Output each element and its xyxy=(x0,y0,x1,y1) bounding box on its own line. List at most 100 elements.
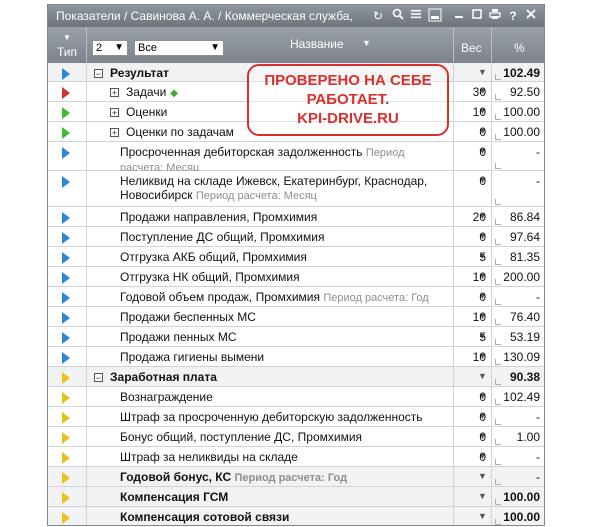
close-icon[interactable] xyxy=(523,8,539,24)
table-row[interactable]: Отгрузка АКБ общий, Промхимия ▼ 5 81.35 xyxy=(48,247,544,267)
type-cell xyxy=(48,307,87,326)
minimize-icon[interactable] xyxy=(451,8,467,24)
row-title[interactable]: Штраф за неликвиды на складе xyxy=(120,450,436,464)
weight-cell: 5 xyxy=(453,327,492,346)
table-row[interactable]: Штраф за неликвиды на складе ▼ 0- xyxy=(48,447,544,467)
cell-corner-icon xyxy=(495,339,501,345)
cell-corner-icon xyxy=(495,399,501,405)
help-icon[interactable]: ? xyxy=(505,8,521,24)
name-cell: Штраф за неликвиды на складе ▼ xyxy=(86,447,487,466)
collapse-icon[interactable]: − xyxy=(94,68,103,78)
cell-corner-icon xyxy=(495,499,501,505)
row-title[interactable]: Компенсация сотовой связи xyxy=(120,510,436,524)
row-title[interactable]: Штраф за просроченную дебиторскую задолж… xyxy=(120,410,436,424)
maximize-icon[interactable] xyxy=(469,8,485,24)
table-row[interactable]: Просроченная дебиторская задолженность П… xyxy=(48,142,544,174)
row-title[interactable]: Продажи пенных МС xyxy=(120,330,436,344)
search-icon[interactable] xyxy=(390,8,406,24)
column-weight[interactable]: Вес xyxy=(453,27,492,63)
green-flag-icon xyxy=(62,107,70,119)
table-row[interactable]: Продажи беспенных МС ▼ 10 76.40 xyxy=(48,307,544,327)
weight-cell: 20 xyxy=(453,207,492,226)
scope-filter-select[interactable]: Все ▼ xyxy=(134,40,224,56)
table-row[interactable]: Бонус общий, поступление ДС, Промхимия ▼ 0… xyxy=(48,427,544,447)
red-flag-icon xyxy=(62,87,70,99)
percent-cell: 1.00 xyxy=(491,427,544,446)
expand-icon[interactable]: + xyxy=(110,128,119,138)
print-icon[interactable] xyxy=(487,8,503,24)
table-row[interactable]: Поступление ДС общий, Промхимия ▼ 0 97.64 xyxy=(48,227,544,247)
list-icon[interactable] xyxy=(408,8,424,24)
row-title[interactable]: Годовой бонус, КС Период расчета: Год xyxy=(120,470,436,485)
row-title[interactable]: Бонус общий, поступление ДС, Промхимия xyxy=(120,430,436,444)
name-cell: Отгрузка НК общий, Промхимия ▼ xyxy=(86,267,487,286)
table-row[interactable]: Отгрузка НК общий, Промхимия ▼ 10 200.00 xyxy=(48,267,544,287)
name-cell: Продажи направления, Промхимия ▼ xyxy=(86,207,487,226)
blue-flag-icon xyxy=(62,332,70,344)
row-title[interactable]: Годовой объем продаж, Промхимия Период р… xyxy=(120,290,436,305)
percent-cell: 53.19 xyxy=(491,327,544,346)
weight-cell: 0 xyxy=(453,142,492,170)
weight-cell: 0 xyxy=(453,407,492,426)
weight-cell: 30 xyxy=(453,82,492,101)
name-cell: Продажи беспенных МС ▼ xyxy=(86,307,487,326)
row-title[interactable]: Отгрузка АКБ общий, Промхимия xyxy=(120,250,436,264)
table-row[interactable]: Штраф за просроченную дебиторскую задолж… xyxy=(48,407,544,427)
row-title[interactable]: Неликвид на складе Ижевск, Екатеринбург,… xyxy=(120,174,436,203)
collapse-icon[interactable]: − xyxy=(94,373,103,383)
yellow-flag-icon xyxy=(62,432,70,444)
row-title[interactable]: Продажи беспенных МС xyxy=(120,310,436,324)
chevron-down-icon: ▼ xyxy=(63,33,71,42)
table-row[interactable]: Годовой объем продаж, Промхимия Период р… xyxy=(48,287,544,307)
table-row[interactable]: Годовой бонус, КС Период расчета: Год ▼ - xyxy=(48,467,544,487)
percent-cell: 76.40 xyxy=(491,307,544,326)
table-row[interactable]: − Заработная плата ▼ 90.38 xyxy=(48,367,544,387)
cell-corner-icon xyxy=(495,163,501,169)
weight-cell xyxy=(453,367,492,386)
refresh-icon[interactable]: ↻ xyxy=(370,8,386,24)
row-title[interactable]: Вознаграждение xyxy=(120,390,436,404)
type-cell xyxy=(48,347,87,366)
table-row[interactable]: Продажи пенных МС ▼ 5 53.19 xyxy=(48,327,544,347)
percent-cell: - xyxy=(491,447,544,466)
column-percent[interactable]: % xyxy=(491,27,544,63)
cell-corner-icon xyxy=(495,114,501,120)
table-row[interactable]: Продажи направления, Промхимия ▼ 20 86.84 xyxy=(48,207,544,227)
period-meta: Период расчета: Год xyxy=(323,292,429,304)
blue-flag-icon xyxy=(62,292,70,304)
percent-cell: 100.00 xyxy=(491,102,544,121)
level-filter-select[interactable]: 2 ▼ xyxy=(92,40,128,56)
name-cell: Отгрузка АКБ общий, Промхимия ▼ xyxy=(86,247,487,266)
weight-cell xyxy=(453,507,492,525)
percent-cell: 92.50 xyxy=(491,82,544,101)
percent-cell: 100.00 xyxy=(491,487,544,506)
row-title[interactable]: Поступление ДС общий, Промхимия xyxy=(120,230,436,244)
weight-cell: 0 xyxy=(453,171,492,206)
table-row[interactable]: Компенсация сотовой связи ▼ 100.00 xyxy=(48,507,544,525)
type-cell xyxy=(48,207,87,226)
expand-icon[interactable]: + xyxy=(110,108,119,118)
cell-corner-icon xyxy=(495,379,501,385)
percent-cell: - xyxy=(491,142,544,170)
row-title[interactable]: Компенсация ГСМ xyxy=(120,490,436,504)
table-row[interactable]: Неликвид на складе Ижевск, Екатеринбург,… xyxy=(48,171,544,207)
percent-cell: 102.49 xyxy=(491,387,544,406)
table-row[interactable]: Продажа гигиены вымени ▼ 10 130.09 xyxy=(48,347,544,367)
export-csv-icon[interactable] xyxy=(427,8,443,24)
table-row[interactable]: Вознаграждение ▼ 0 102.49 xyxy=(48,387,544,407)
row-title[interactable]: Отгрузка НК общий, Промхимия xyxy=(120,270,436,284)
column-type[interactable]: ▼ Тип xyxy=(48,27,87,63)
row-title[interactable]: Продажа гигиены вымени xyxy=(120,350,436,364)
blue-flag-icon xyxy=(62,67,70,80)
table-row[interactable]: Компенсация ГСМ ▼ 100.00 xyxy=(48,487,544,507)
row-title[interactable]: Продажи направления, Промхимия xyxy=(120,210,436,224)
percent-cell: 100.00 xyxy=(491,122,544,141)
cell-corner-icon xyxy=(495,439,501,445)
column-name[interactable]: Название xyxy=(290,37,344,51)
sort-arrow-icon[interactable]: ▼ xyxy=(362,38,371,48)
cell-corner-icon xyxy=(495,199,501,205)
cell-corner-icon xyxy=(495,299,501,305)
expand-icon[interactable]: + xyxy=(110,88,119,98)
name-cell: − Заработная плата ▼ xyxy=(86,367,487,386)
row-title[interactable]: Заработная плата xyxy=(110,370,436,384)
